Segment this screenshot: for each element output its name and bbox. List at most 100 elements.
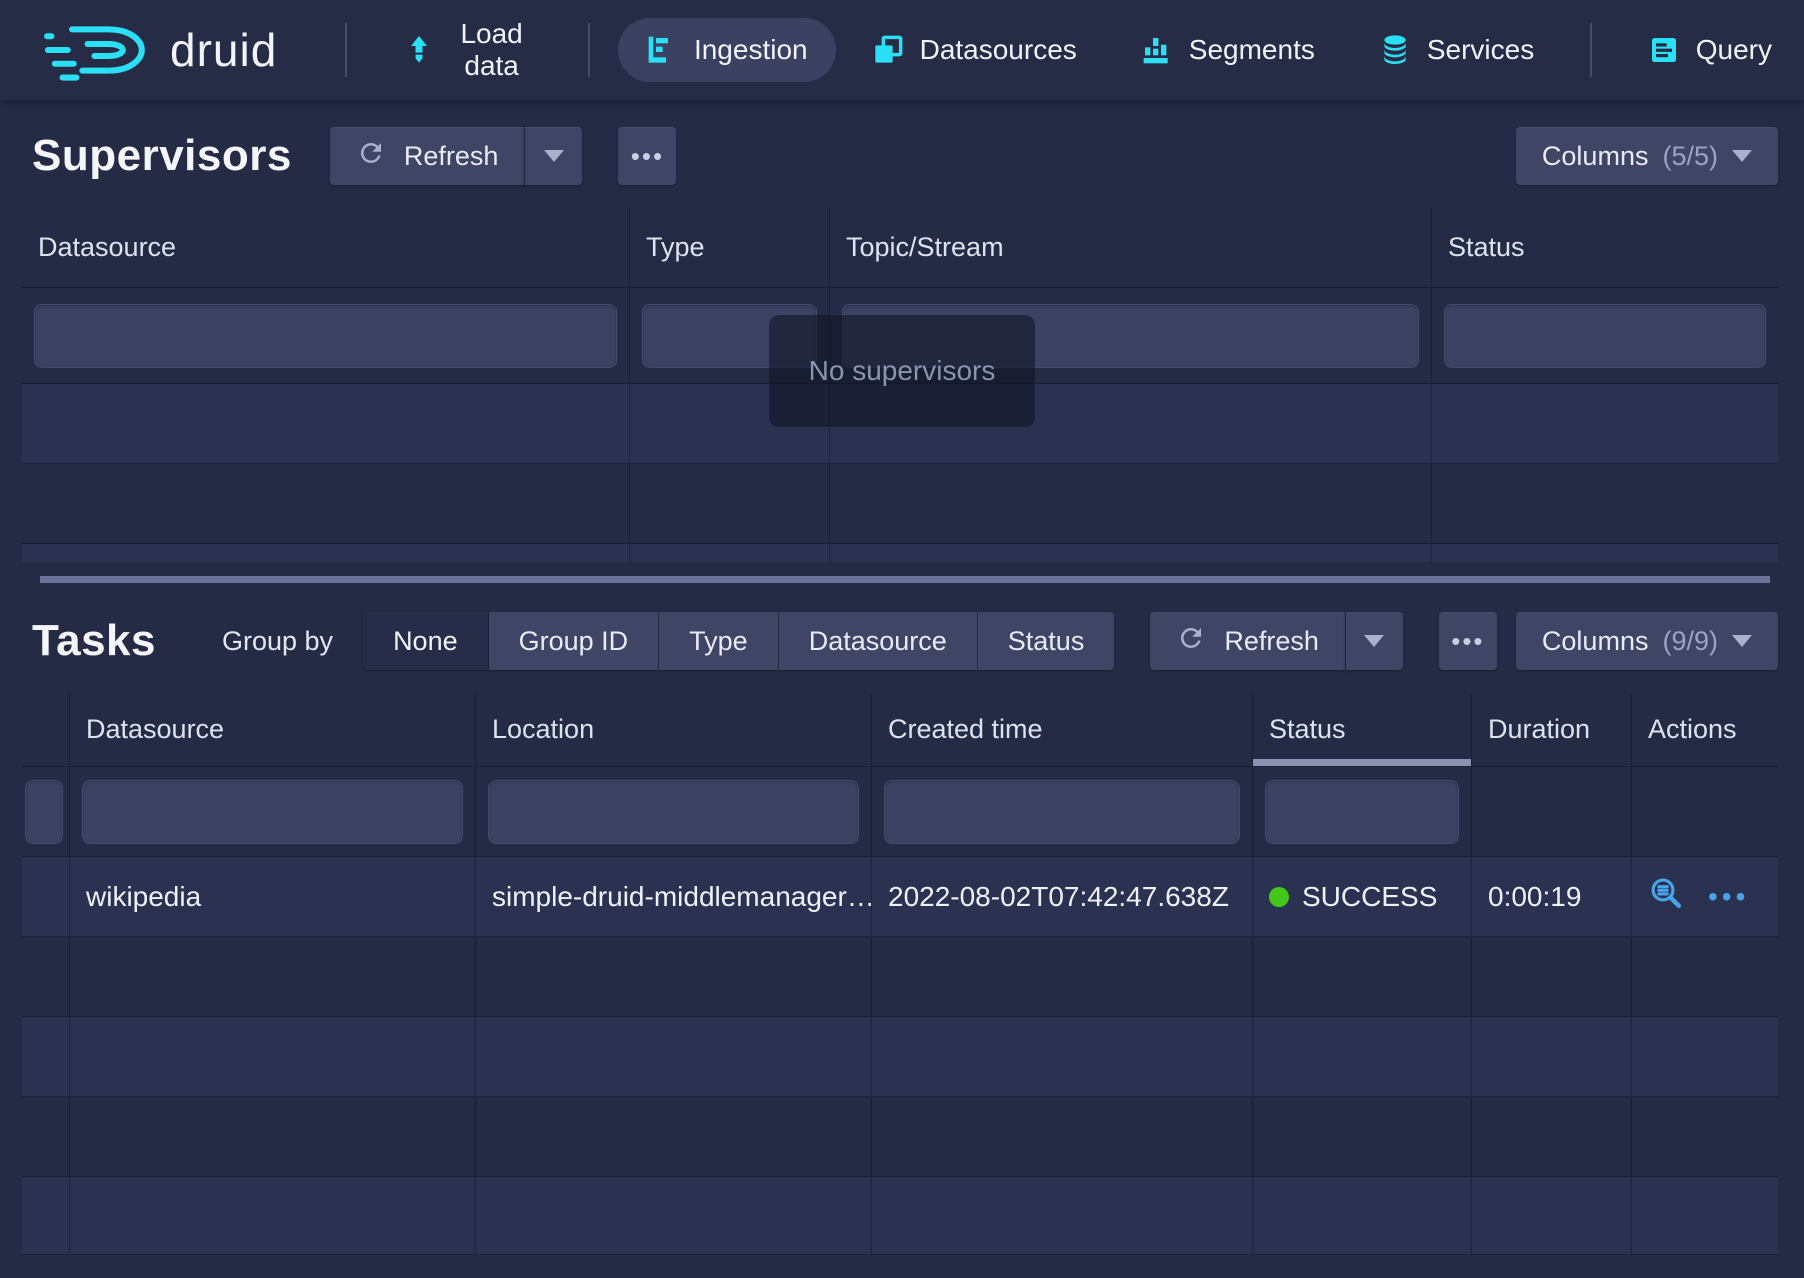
column-header-location[interactable]: Location: [476, 693, 872, 766]
nav-item-segments[interactable]: Segments: [1113, 18, 1343, 82]
ingestion-icon: [646, 34, 678, 66]
supervisors-header: Supervisors Refresh ••• Columns (5/5): [22, 114, 1778, 198]
type-filter-input[interactable]: [642, 304, 817, 368]
group-by-none-button[interactable]: None: [363, 612, 489, 670]
segments-icon: [1141, 34, 1173, 66]
hidden-column-filter-input[interactable]: [25, 780, 63, 844]
task-row-wikipedia: wikipedia simple-druid-middlemanager… 20…: [22, 857, 1778, 937]
group-by-label: Group by: [222, 626, 333, 657]
nav-item-ingestion[interactable]: Ingestion: [618, 18, 836, 82]
nav-item-load-data[interactable]: Load data: [375, 18, 561, 82]
horizontal-scrollbar[interactable]: [40, 576, 1770, 583]
nav-item-label: Load data: [451, 18, 533, 82]
nav-item-label: Segments: [1189, 34, 1315, 66]
columns-label: Columns: [1542, 141, 1649, 172]
task-duration: 0:00:19: [1472, 857, 1632, 936]
query-icon: [1648, 34, 1680, 66]
task-actions-more-icon[interactable]: •••: [1708, 881, 1749, 913]
supervisors-filter-row: [22, 288, 1778, 384]
tasks-columns-button[interactable]: Columns (9/9): [1516, 612, 1778, 670]
task-detail-magnifier-icon[interactable]: [1648, 875, 1684, 918]
tasks-refresh-caret-button[interactable]: [1345, 612, 1403, 670]
supervisors-refresh-split-button: Refresh: [330, 127, 583, 185]
columns-count: (9/9): [1662, 626, 1718, 657]
top-navbar: druid Load data Ingestion: [0, 0, 1804, 100]
status-filter-input[interactable]: [1444, 304, 1766, 368]
tasks-table-header: Datasource Location Created time Status …: [22, 693, 1778, 767]
nav-item-label: Datasources: [920, 34, 1077, 66]
chevron-down-icon: [1732, 635, 1752, 647]
column-header-datasource[interactable]: Datasource: [70, 693, 476, 766]
table-row: [22, 544, 1778, 562]
druid-logo-icon: [38, 19, 156, 81]
nav-divider: [1590, 23, 1592, 77]
supervisors-columns-button[interactable]: Columns (5/5): [1516, 127, 1778, 185]
column-header-topic-stream[interactable]: Topic/Stream: [830, 208, 1432, 287]
columns-label: Columns: [1542, 626, 1649, 657]
tasks-table: Datasource Location Created time Status …: [22, 693, 1778, 1255]
table-row: [22, 1097, 1778, 1177]
datasources-icon: [872, 34, 904, 66]
nav-item-query[interactable]: Query: [1620, 18, 1800, 82]
brand-name: druid: [170, 23, 277, 77]
table-row: [22, 1017, 1778, 1097]
nav-item-label: Query: [1696, 34, 1772, 66]
tasks-title: Tasks: [32, 616, 156, 666]
refresh-icon: [1176, 623, 1206, 660]
chevron-down-icon: [1364, 635, 1384, 647]
topic-stream-filter-input[interactable]: [842, 304, 1419, 368]
nav-divider: [345, 23, 347, 77]
table-row: [22, 384, 1778, 464]
tasks-filter-row: [22, 767, 1778, 857]
refresh-icon: [356, 138, 386, 175]
druid-logo[interactable]: druid: [38, 19, 277, 81]
supervisors-refresh-caret-button[interactable]: [524, 127, 582, 185]
group-by-status-button[interactable]: Status: [978, 612, 1115, 670]
supervisors-more-button[interactable]: •••: [618, 127, 676, 185]
services-icon: [1379, 34, 1411, 66]
datasource-filter-input[interactable]: [34, 304, 617, 368]
group-by-group-id-button[interactable]: Group ID: [489, 612, 660, 670]
column-header-datasource[interactable]: Datasource: [22, 208, 630, 287]
column-header-actions[interactable]: Actions: [1632, 693, 1778, 766]
supervisors-refresh-button[interactable]: Refresh: [330, 127, 525, 185]
table-row: [22, 1177, 1778, 1255]
column-header-created-time[interactable]: Created time: [872, 693, 1253, 766]
group-by-type-button[interactable]: Type: [659, 612, 779, 670]
refresh-label: Refresh: [404, 141, 499, 172]
status-filter-input[interactable]: [1265, 780, 1459, 844]
tasks-section: Tasks Group by None Group ID Type Dataso…: [0, 599, 1804, 1255]
column-header-hidden[interactable]: [22, 693, 70, 766]
column-header-status[interactable]: Status: [1432, 208, 1778, 287]
nav-item-label: Services: [1427, 34, 1534, 66]
location-filter-input[interactable]: [488, 780, 859, 844]
table-row: [22, 464, 1778, 544]
task-created-time: 2022-08-02T07:42:47.638Z: [872, 857, 1253, 936]
column-header-status[interactable]: Status: [1253, 693, 1472, 766]
group-by-datasource-button[interactable]: Datasource: [779, 612, 978, 670]
group-by-button-group: None Group ID Type Datasource Status: [363, 612, 1114, 670]
created-time-filter-input[interactable]: [884, 780, 1240, 844]
nav-item-datasources[interactable]: Datasources: [844, 18, 1105, 82]
tasks-refresh-split-button: Refresh: [1150, 612, 1403, 670]
table-row: [22, 937, 1778, 1017]
datasource-filter-input[interactable]: [82, 780, 463, 844]
column-header-type[interactable]: Type: [630, 208, 830, 287]
columns-count: (5/5): [1662, 141, 1718, 172]
tasks-refresh-button[interactable]: Refresh: [1150, 612, 1345, 670]
tasks-header: Tasks Group by None Group ID Type Dataso…: [22, 599, 1778, 683]
nav-item-label: Ingestion: [694, 34, 808, 66]
task-datasource[interactable]: wikipedia: [70, 857, 476, 936]
supervisors-table-header: Datasource Type Topic/Stream Status: [22, 208, 1778, 288]
tasks-more-button[interactable]: •••: [1439, 612, 1497, 670]
chevron-down-icon: [544, 150, 564, 162]
column-header-duration[interactable]: Duration: [1472, 693, 1632, 766]
nav-divider: [588, 23, 590, 77]
supervisors-table: Datasource Type Topic/Stream Status No s…: [22, 208, 1778, 583]
task-location: simple-druid-middlemanager…: [476, 857, 872, 936]
supervisors-title: Supervisors: [32, 131, 292, 181]
task-actions: •••: [1632, 857, 1778, 936]
upload-icon: [403, 34, 435, 66]
nav-item-services[interactable]: Services: [1351, 18, 1562, 82]
task-status-text: SUCCESS: [1302, 881, 1437, 913]
